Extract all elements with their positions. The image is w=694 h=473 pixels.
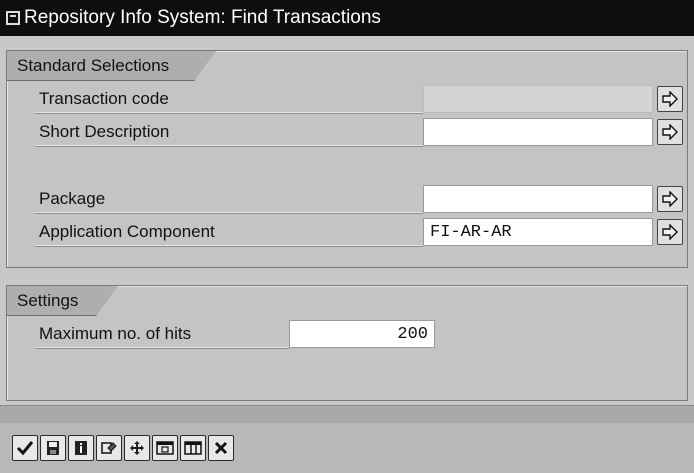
arrow-right-icon xyxy=(662,124,678,140)
standard-selections-frame: Standard Selections Transaction code Sho… xyxy=(6,50,688,268)
package-multiple-selection-button[interactable] xyxy=(657,186,683,212)
settings-tab: Settings xyxy=(7,286,118,316)
settings-frame: Settings Maximum no. of hits xyxy=(6,285,688,401)
transaction-code-field[interactable] xyxy=(423,85,653,113)
move-button[interactable] xyxy=(124,435,150,461)
move-icon xyxy=(130,441,144,455)
short-description-multiple-selection-button[interactable] xyxy=(657,119,683,145)
short-description-label: Short Description xyxy=(35,117,423,146)
expand-icon xyxy=(156,441,174,455)
arrow-right-icon xyxy=(662,224,678,240)
execute-button[interactable] xyxy=(12,435,38,461)
max-hits-field[interactable] xyxy=(289,320,435,348)
application-toolbar xyxy=(0,423,694,473)
cancel-icon xyxy=(214,441,228,455)
save-icon xyxy=(47,441,59,455)
arrow-right-icon xyxy=(662,191,678,207)
expand-button[interactable] xyxy=(152,435,178,461)
window-menu-icon[interactable] xyxy=(6,11,20,25)
short-description-field[interactable] xyxy=(423,118,653,146)
window-title: Repository Info System: Find Transaction… xyxy=(24,7,381,28)
application-component-multiple-selection-button[interactable] xyxy=(657,219,683,245)
transaction-code-label: Transaction code xyxy=(35,84,423,113)
columns-icon xyxy=(184,441,202,455)
transaction-code-multiple-selection-button[interactable] xyxy=(657,86,683,112)
info-button[interactable] xyxy=(68,435,94,461)
title-bar: Repository Info System: Find Transaction… xyxy=(0,0,694,36)
variants-icon xyxy=(101,442,117,454)
variants-button[interactable] xyxy=(96,435,122,461)
info-icon xyxy=(75,441,87,455)
package-label: Package xyxy=(35,184,423,213)
application-component-label: Application Component xyxy=(35,217,423,246)
columns-button[interactable] xyxy=(180,435,206,461)
cancel-button[interactable] xyxy=(208,435,234,461)
application-component-field[interactable] xyxy=(423,218,653,246)
max-hits-label: Maximum no. of hits xyxy=(35,319,289,348)
save-button[interactable] xyxy=(40,435,66,461)
arrow-right-icon xyxy=(662,91,678,107)
standard-selections-tab: Standard Selections xyxy=(7,51,216,81)
package-field[interactable] xyxy=(423,185,653,213)
execute-icon xyxy=(16,441,34,456)
status-strip xyxy=(0,405,694,423)
